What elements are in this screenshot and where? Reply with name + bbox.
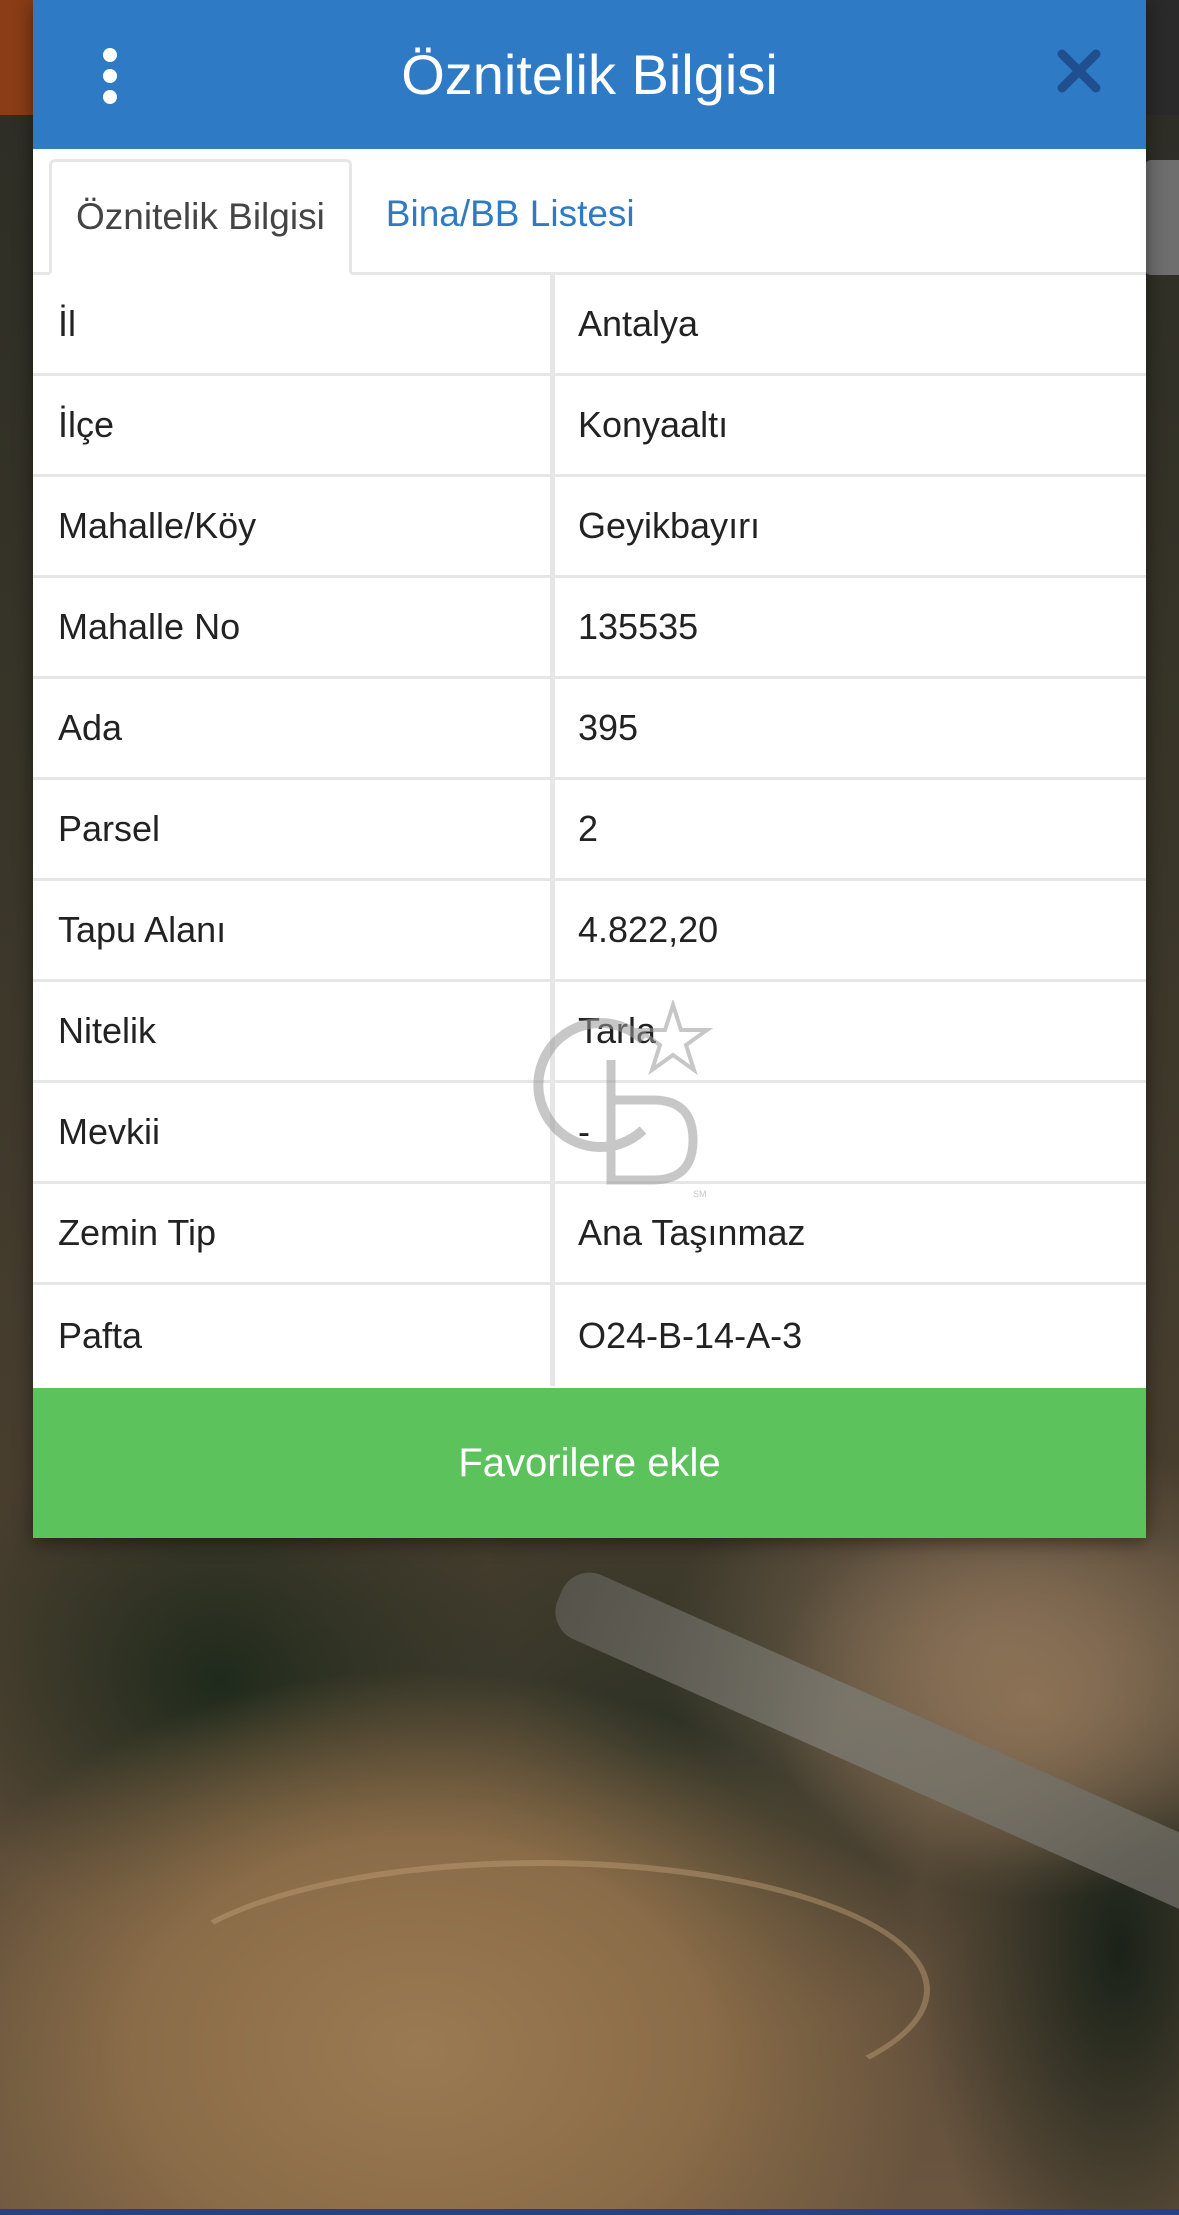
- row-label: Nitelik: [33, 982, 555, 1080]
- tab-bar: Öznitelik Bilgisi Bina/BB Listesi: [33, 149, 1146, 275]
- tab-building-list[interactable]: Bina/BB Listesi: [352, 156, 661, 272]
- row-label: Mahalle No: [33, 578, 555, 676]
- bottom-edge-bar: [0, 2209, 1179, 2215]
- table-row: Mahalle/Köy Geyikbayırı: [33, 477, 1146, 578]
- row-label: Parsel: [33, 780, 555, 878]
- row-value: 395: [578, 707, 639, 748]
- tab-attribute-info[interactable]: Öznitelik Bilgisi: [49, 159, 352, 275]
- row-value: Konyaaltı: [578, 404, 729, 445]
- row-value: Antalya: [578, 303, 699, 344]
- row-value: Ana Taşınmaz: [578, 1212, 806, 1253]
- table-row: Nitelik Tarla: [33, 982, 1146, 1083]
- row-label: Mevkii: [33, 1083, 555, 1181]
- row-label: İl: [33, 275, 555, 373]
- row-label: Pafta: [33, 1285, 555, 1386]
- row-label: Zemin Tip: [33, 1184, 555, 1282]
- table-row: Parsel 2: [33, 780, 1146, 881]
- row-value: O24-B-14-A-3: [578, 1314, 803, 1356]
- table-row: Pafta O24-B-14-A-3: [33, 1285, 1146, 1386]
- modal-header: Öznitelik Bilgisi: [33, 0, 1146, 149]
- row-value: 2: [578, 808, 599, 849]
- table-row: İl Antalya: [33, 275, 1146, 376]
- row-value: Tarla: [578, 1010, 657, 1051]
- table-row: Zemin Tip Ana Taşınmaz: [33, 1184, 1146, 1285]
- table-row: Tapu Alanı 4.822,20: [33, 881, 1146, 982]
- add-to-favorites-button[interactable]: Favorilere ekle: [33, 1388, 1146, 1538]
- row-value: 135535: [578, 606, 699, 647]
- row-value: Geyikbayırı: [578, 505, 761, 546]
- row-label: İlçe: [33, 376, 555, 474]
- table-row: Mahalle No 135535: [33, 578, 1146, 679]
- row-value: -: [578, 1111, 590, 1152]
- row-value: 4.822,20: [578, 909, 719, 950]
- modal-title: Öznitelik Bilgisi: [401, 43, 778, 106]
- row-label: Ada: [33, 679, 555, 777]
- attribute-info-modal: Öznitelik Bilgisi Öznitelik Bilgisi Bina…: [33, 0, 1146, 1538]
- row-label: Mahalle/Köy: [33, 477, 555, 575]
- map-side-handle[interactable]: [1145, 160, 1179, 275]
- vertical-dots-icon[interactable]: [95, 48, 125, 104]
- table-row: İlçe Konyaaltı: [33, 376, 1146, 477]
- map-dirt-path: [150, 1860, 930, 2120]
- attribute-table: İl Antalya İlçe Konyaaltı Mahalle/Köy Ge…: [33, 275, 1146, 1386]
- table-row: Mevkii -: [33, 1083, 1146, 1184]
- row-label: Tapu Alanı: [33, 881, 555, 979]
- table-row: Ada 395: [33, 679, 1146, 780]
- close-icon[interactable]: [1050, 42, 1108, 100]
